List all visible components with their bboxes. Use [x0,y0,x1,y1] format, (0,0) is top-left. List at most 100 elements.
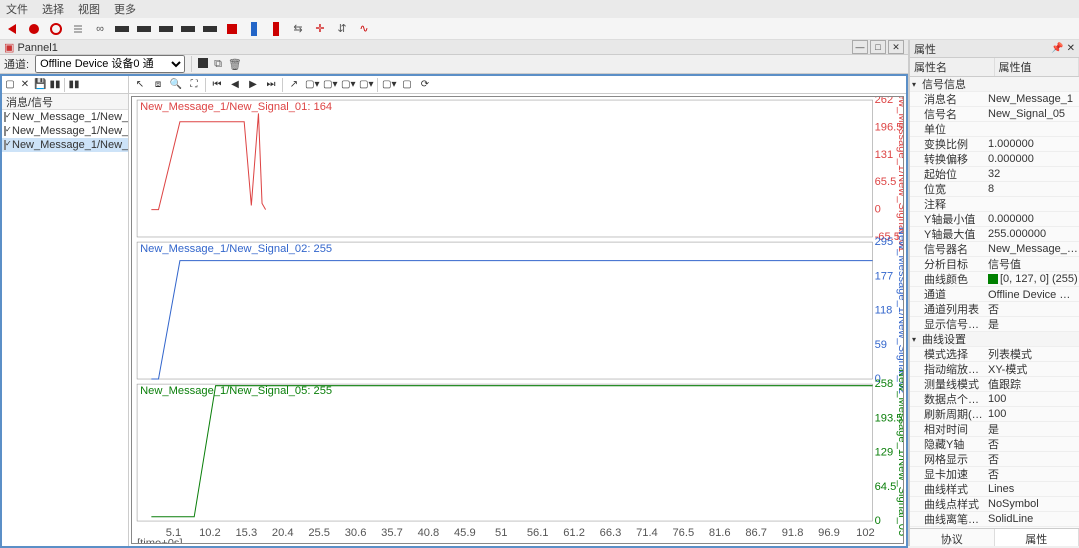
signal-row[interactable]: New_Message_1/New_Signal_01 [2,110,128,124]
prop-value[interactable]: SolidLine [984,513,1079,525]
prop-row[interactable]: Y轴最小值0.000000 [910,212,1079,227]
prev-icon[interactable]: ◀ [228,79,242,90]
copy-icon[interactable]: ⧉ [214,58,222,71]
props-grid[interactable]: 信号信息消息名New_Message_1信号名New_Signal_05单位变换… [910,77,1079,528]
prop-row[interactable]: 相对时间是 [910,422,1079,437]
signal-checkbox[interactable] [4,140,6,150]
sig-pause-icon[interactable]: ▮▮ [49,79,61,90]
prop-row[interactable]: 隐藏Y轴否 [910,437,1079,452]
trash-icon[interactable]: 🗑 [228,58,242,71]
tool4-icon[interactable]: ▢▾ [341,79,355,90]
menu-select[interactable]: 选择 [42,1,64,17]
link-icon[interactable]: ∞ [92,21,108,37]
signal-row[interactable]: New_Message_1/New_Signal_02 [2,124,128,138]
prop-value[interactable]: 100 [984,408,1079,420]
prop-row[interactable]: Y轴最大值255.000000 [910,227,1079,242]
tool7-icon[interactable]: ▢ [400,79,414,90]
tool1-icon[interactable]: ↗ [287,79,301,90]
prop-row[interactable]: 网格显示否 [910,452,1079,467]
stop-black-icon[interactable] [198,58,208,71]
prop-value[interactable]: 32 [984,168,1079,180]
prop-row[interactable]: 测量线模式值跟踪 [910,377,1079,392]
prop-row[interactable]: 消息名New_Message_1 [910,92,1079,107]
prop-category[interactable]: 信号信息 [910,77,1079,92]
prop-row[interactable]: 曲线样式Lines [910,482,1079,497]
measure2-icon[interactable]: ⇵ [334,21,350,37]
zoom-fit-icon[interactable]: ⛶ [187,79,201,90]
prop-value[interactable]: 否 [984,451,1079,467]
marker-blue-icon[interactable] [246,21,262,37]
sig-add-icon[interactable]: ▢ [4,79,16,90]
prop-value[interactable]: 1.000000 [984,138,1079,150]
port4-icon[interactable] [180,21,196,37]
marker-red-icon[interactable] [268,21,284,37]
play-back-icon[interactable] [4,21,20,37]
source-select[interactable]: Offline Device 设备0 通 [35,55,185,73]
zoom-in-icon[interactable]: 🔍 [169,79,183,90]
prop-value[interactable]: 8 [984,183,1079,195]
first-icon[interactable]: ⏮ [210,79,224,90]
prop-row[interactable]: 信号名New_Signal_05 [910,107,1079,122]
prop-row[interactable]: 起始位32 [910,167,1079,182]
clock-icon[interactable]: ⟳ [418,79,432,90]
sig-pause2-icon[interactable]: ▮▮ [68,79,80,90]
port1-icon[interactable] [114,21,130,37]
prop-value[interactable]: 否 [984,436,1079,452]
play-icon[interactable]: ▶ [246,79,260,90]
prop-value[interactable]: New_Signal_05 [984,108,1079,120]
prop-value[interactable]: NoSymbol [984,498,1079,510]
prop-value[interactable]: 信号值 [984,256,1079,272]
prop-row[interactable]: 显示信号描述述是 [910,317,1079,332]
tool6-icon[interactable]: ▢▾ [382,79,396,90]
sig-del-icon[interactable]: ✕ [19,79,31,90]
prop-row[interactable]: 转换偏移0.000000 [910,152,1079,167]
prop-row[interactable]: 单位 [910,122,1079,137]
signal-checkbox[interactable] [4,112,6,122]
prop-row[interactable]: 分析目标信号值 [910,257,1079,272]
prop-value[interactable]: [0, 127, 0] (255) [984,273,1079,285]
prop-row[interactable]: 通道Offline Device 设备0 ... [910,287,1079,302]
tool5-icon[interactable]: ▢▾ [359,79,373,90]
signal-row[interactable]: New_Message_1/New_Signal_... [2,138,128,152]
tool3-icon[interactable]: ▢▾ [323,79,337,90]
port3-icon[interactable] [158,21,174,37]
record-icon[interactable] [26,21,42,37]
prop-value[interactable]: 0.000000 [984,213,1079,225]
prop-value[interactable]: Lines [984,483,1079,495]
prop-row[interactable]: 刷新周期(ms)100 [910,407,1079,422]
minimize-button[interactable]: — [852,40,868,54]
prop-value[interactable]: Offline Device 设备0 ... [984,286,1079,302]
footer-tab-protocol[interactable]: 协议 [910,529,995,546]
sig-save-icon[interactable]: 💾 [34,79,46,90]
sliders-icon[interactable]: ∿ [356,21,372,37]
prop-value[interactable]: 是 [984,421,1079,437]
prop-value[interactable]: 255.000000 [984,228,1079,240]
plot-area[interactable]: New_Message_1/New_Signal_01: 164262196.5… [131,96,904,544]
prop-row[interactable]: 曲线离笔样式SolidLine [910,512,1079,527]
record2-icon[interactable] [48,21,64,37]
rec-settings-icon[interactable] [70,21,86,37]
prop-row[interactable]: 指动缩放模式XY-模式 [910,362,1079,377]
measure1-icon[interactable]: ⇆ [290,21,306,37]
close-button[interactable]: ✕ [888,40,904,54]
maximize-button[interactable]: □ [870,40,886,54]
stop-icon[interactable] [224,21,240,37]
prop-value[interactable]: XY-模式 [984,361,1079,377]
prop-value[interactable]: 值跟踪 [984,376,1079,392]
port5-icon[interactable] [202,21,218,37]
prop-value[interactable]: 列表模式 [984,346,1079,362]
prop-row[interactable]: 曲线点样式NoSymbol [910,497,1079,512]
prop-value[interactable]: 100 [984,393,1079,405]
prop-row[interactable]: 通道列用表否 [910,302,1079,317]
cursor-cross-icon[interactable]: ✛ [312,21,328,37]
prop-row[interactable]: 显卡加速否 [910,467,1079,482]
prop-value[interactable]: 否 [984,301,1079,317]
tool2-icon[interactable]: ▢▾ [305,79,319,90]
prop-row[interactable]: 信号器名New_Message_1/Ne... [910,242,1079,257]
footer-tab-props[interactable]: 属性 [995,529,1079,546]
menu-view[interactable]: 视图 [78,1,100,17]
prop-row[interactable]: 注释 [910,197,1079,212]
prop-value[interactable]: 0.000000 [984,153,1079,165]
next-icon[interactable]: ⏭ [264,79,278,90]
prop-row[interactable]: 曲线颜色[0, 127, 0] (255) [910,272,1079,287]
